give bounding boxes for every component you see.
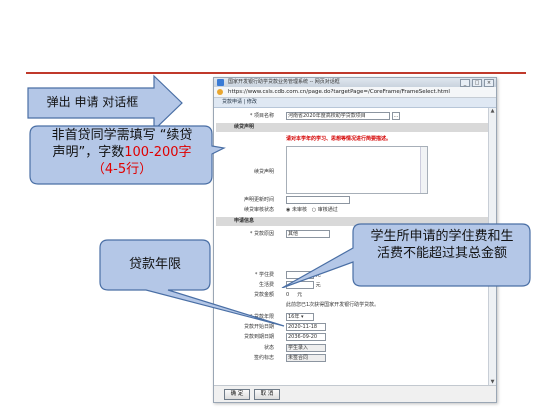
window-titlebar: 国家开发银行助学贷款业务管理系统 -- 网页对话框 _ □ × bbox=[214, 78, 496, 87]
scroll-up-icon[interactable]: ▲ bbox=[489, 108, 496, 115]
tab-bar: 贷款申请 | 修改 bbox=[214, 98, 496, 108]
site-icon bbox=[217, 89, 223, 95]
statement-callout-text: 非首贷同学需填写 “续贷 声明”，字数100-200字 （4-5行） bbox=[30, 127, 214, 178]
cancel-button[interactable]: 取 消 bbox=[254, 389, 280, 400]
maximize-icon[interactable]: □ bbox=[472, 79, 482, 87]
years-select[interactable]: 16年 ▾ bbox=[286, 313, 314, 321]
popup-callout-text: 弹出 申请 对话框 bbox=[46, 95, 139, 109]
limit-callout-text: 学生所申请的学住费和生 活费不能超过其总金额 bbox=[355, 228, 529, 262]
project-label: * 项目名称 bbox=[249, 113, 274, 119]
close-icon[interactable]: × bbox=[484, 79, 494, 87]
confirm-button[interactable]: 确 定 bbox=[224, 389, 250, 400]
years-callout-shape bbox=[99, 239, 285, 327]
amount-unit: 元 bbox=[297, 292, 303, 298]
project-picker-button[interactable]: ... bbox=[391, 112, 401, 120]
section-continuation: 续贷声明 bbox=[216, 123, 489, 132]
address-url: https://www.csls.cdb.com.cn/page.do?targ… bbox=[228, 89, 450, 95]
project-field[interactable]: 河南省2020年度高校助学贷款项目 bbox=[286, 112, 390, 120]
dialog-footer: 确 定 取 消 bbox=[214, 385, 496, 402]
window-title: 国家开发银行助学贷款业务管理系统 -- 网页对话框 bbox=[228, 79, 340, 85]
tab-loan-apply[interactable]: 贷款申请 | 修改 bbox=[222, 99, 257, 105]
limit-line-1: 学生所申请的学住费和生 bbox=[370, 229, 514, 244]
limit-line-2: 活费不能超过其总金额 bbox=[376, 246, 507, 261]
address-bar[interactable]: https://www.csls.cdb.com.cn/page.do?targ… bbox=[214, 87, 496, 98]
continuation-label: 续贷声明 bbox=[253, 169, 274, 175]
statement-line-1: 非首贷同学需填写 “续贷 bbox=[51, 128, 193, 143]
end-date-field[interactable]: 2036-09-20 bbox=[286, 333, 326, 341]
statement-line-2: 声明”，字数100-200字 bbox=[52, 145, 192, 160]
start-date-field[interactable]: 2020-11-18 bbox=[286, 323, 326, 331]
minimize-icon[interactable]: _ bbox=[460, 79, 470, 87]
status-label: 状态 bbox=[263, 345, 274, 351]
app-icon bbox=[217, 79, 224, 86]
review-status-label: 续贷审核状态 bbox=[243, 207, 274, 213]
contract-field: 未签合同 bbox=[286, 354, 326, 362]
update-time-label: 声明更新时间 bbox=[243, 197, 274, 203]
years-callout-text: 贷款年限 bbox=[128, 257, 181, 272]
status-field: 学生录入 bbox=[286, 344, 326, 352]
first-loan-note: 此前您已1次获得国家开发银行助学贷款。 bbox=[286, 302, 380, 308]
update-time-field[interactable] bbox=[286, 196, 350, 204]
contract-label: 签约标志 bbox=[253, 355, 274, 361]
notice-text: 请对本学年的学习、思想等情况进行简要描述。 bbox=[286, 136, 392, 142]
statement-line-3: （4-5行） bbox=[91, 162, 153, 177]
end-date-label: 贷款到期日期 bbox=[243, 334, 274, 340]
